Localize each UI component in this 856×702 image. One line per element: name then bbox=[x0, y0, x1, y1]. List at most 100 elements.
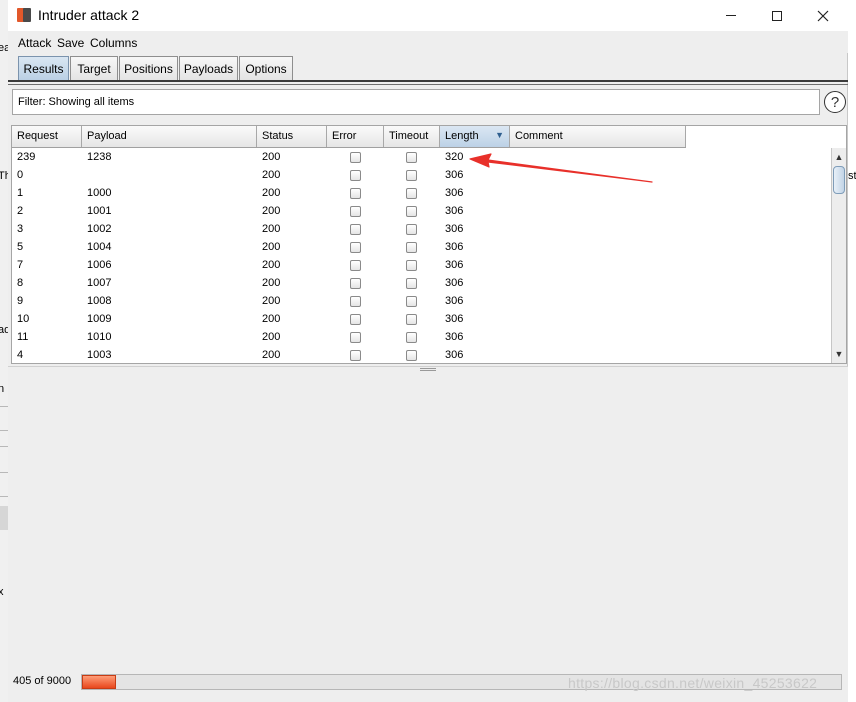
column-header-timeout[interactable]: Timeout bbox=[384, 126, 440, 147]
error-checkbox bbox=[350, 296, 361, 307]
cell-status: 200 bbox=[262, 313, 281, 325]
column-header-error[interactable]: Error bbox=[327, 126, 384, 147]
tab-options[interactable]: Options bbox=[239, 56, 293, 81]
help-icon: ? bbox=[830, 93, 840, 111]
column-header-length-label: Length bbox=[445, 130, 479, 142]
scroll-up-icon[interactable]: ▲ bbox=[832, 150, 846, 164]
timeout-checkbox bbox=[406, 170, 417, 181]
cell-status: 200 bbox=[262, 187, 281, 199]
table-row[interactable]: 11 1010 200 306 bbox=[12, 328, 686, 346]
error-checkbox bbox=[350, 206, 361, 217]
table-row[interactable]: 3 1002 200 306 bbox=[12, 220, 686, 238]
cell-length: 306 bbox=[445, 313, 464, 325]
error-checkbox bbox=[350, 350, 361, 361]
tab-target[interactable]: Target bbox=[70, 56, 118, 81]
help-button[interactable]: ? bbox=[824, 91, 846, 113]
cell-status: 200 bbox=[262, 277, 281, 289]
maximize-button[interactable] bbox=[754, 0, 800, 31]
cell-request: 1 bbox=[17, 187, 24, 199]
table-row[interactable]: 7 1006 200 306 bbox=[12, 256, 686, 274]
minimize-button[interactable] bbox=[708, 0, 754, 31]
watermark: https://blog.csdn.net/weixin_45253622 bbox=[568, 675, 818, 691]
table-row[interactable]: 239 1238 200 320 bbox=[12, 148, 686, 166]
tab-positions[interactable]: Positions bbox=[119, 56, 178, 81]
cell-payload: 1000 bbox=[87, 187, 112, 199]
cell-payload: 1002 bbox=[87, 223, 112, 235]
cell-status: 200 bbox=[262, 259, 281, 271]
request-response-panel bbox=[8, 372, 848, 668]
tab-underline-secondary bbox=[8, 84, 848, 85]
cell-length: 306 bbox=[445, 277, 464, 289]
timeout-checkbox bbox=[406, 224, 417, 235]
menu-columns[interactable]: Columns bbox=[90, 36, 137, 50]
column-header-payload[interactable]: Payload bbox=[82, 126, 257, 147]
table-row[interactable]: 9 1008 200 306 bbox=[12, 292, 686, 310]
column-header-comment[interactable]: Comment bbox=[510, 126, 686, 147]
timeout-checkbox bbox=[406, 278, 417, 289]
scroll-thumb[interactable] bbox=[833, 166, 845, 194]
menu-bar: Attack Save Columns bbox=[8, 31, 848, 53]
cell-status: 200 bbox=[262, 331, 281, 343]
error-checkbox bbox=[350, 224, 361, 235]
background-window-edge: ea Th ad n x bbox=[0, 0, 11, 702]
table-row[interactable]: 5 1004 200 306 bbox=[12, 238, 686, 256]
menu-attack[interactable]: Attack bbox=[18, 36, 51, 50]
cell-status: 200 bbox=[262, 205, 281, 217]
cell-status: 200 bbox=[262, 151, 281, 163]
timeout-checkbox bbox=[406, 206, 417, 217]
filter-bar[interactable]: Filter: Showing all items bbox=[12, 89, 820, 115]
column-header-status[interactable]: Status bbox=[257, 126, 327, 147]
background-text-fragment: st bbox=[848, 170, 856, 182]
cell-request: 3 bbox=[17, 223, 24, 235]
tab-results[interactable]: Results bbox=[18, 56, 69, 81]
table-row[interactable]: 8 1007 200 306 bbox=[12, 274, 686, 292]
cell-length: 306 bbox=[445, 241, 464, 253]
error-checkbox bbox=[350, 152, 361, 163]
filter-label: Filter: Showing all items bbox=[18, 96, 135, 108]
cell-payload: 1004 bbox=[87, 241, 112, 253]
cell-payload: 1001 bbox=[87, 205, 112, 217]
status-bar: 405 of 9000 https://blog.csdn.net/weixin… bbox=[8, 668, 848, 702]
table-row[interactable]: 1 1000 200 306 bbox=[12, 184, 686, 202]
burp-app-icon bbox=[17, 8, 31, 22]
cell-payload: 1007 bbox=[87, 277, 112, 289]
scroll-down-icon[interactable]: ▼ bbox=[832, 347, 846, 361]
minimize-icon bbox=[726, 15, 736, 16]
intruder-attack-window: Intruder attack 2 Attack Save Columns Re… bbox=[8, 0, 848, 702]
table-row[interactable]: 4 1003 200 306 bbox=[12, 346, 686, 364]
cell-status: 200 bbox=[262, 241, 281, 253]
sort-descending-icon: ▼ bbox=[495, 130, 504, 140]
table-row[interactable]: 0 200 306 bbox=[12, 166, 686, 184]
timeout-checkbox bbox=[406, 260, 417, 271]
column-header-request[interactable]: Request bbox=[12, 126, 82, 147]
timeout-checkbox bbox=[406, 314, 417, 325]
cell-payload: 1003 bbox=[87, 349, 112, 361]
menu-save[interactable]: Save bbox=[57, 36, 84, 50]
cell-length: 306 bbox=[445, 259, 464, 271]
cell-request: 7 bbox=[17, 259, 24, 271]
results-table: Request Payload Status Error Timeout Len… bbox=[11, 125, 847, 364]
window-title: Intruder attack 2 bbox=[38, 7, 140, 23]
cell-request: 10 bbox=[17, 313, 30, 325]
cell-length: 306 bbox=[445, 223, 464, 235]
timeout-checkbox bbox=[406, 152, 417, 163]
close-icon bbox=[817, 10, 829, 21]
cell-payload: 1006 bbox=[87, 259, 112, 271]
cell-payload: 1009 bbox=[87, 313, 112, 325]
close-button[interactable] bbox=[800, 0, 846, 31]
table-scrollbar[interactable]: ▲ ▼ bbox=[831, 148, 846, 363]
table-row[interactable]: 2 1001 200 306 bbox=[12, 202, 686, 220]
error-checkbox bbox=[350, 260, 361, 271]
cell-length: 306 bbox=[445, 331, 464, 343]
tab-payloads[interactable]: Payloads bbox=[179, 56, 238, 81]
column-header-length[interactable]: Length ▼ bbox=[440, 126, 510, 147]
cell-status: 200 bbox=[262, 169, 281, 181]
cell-request: 2 bbox=[17, 205, 24, 217]
cell-length: 306 bbox=[445, 349, 464, 361]
cell-payload: 1010 bbox=[87, 331, 112, 343]
table-row[interactable]: 10 1009 200 306 bbox=[12, 310, 686, 328]
error-checkbox bbox=[350, 314, 361, 325]
error-checkbox bbox=[350, 170, 361, 181]
cell-request: 239 bbox=[17, 151, 36, 163]
cell-request: 4 bbox=[17, 349, 24, 361]
